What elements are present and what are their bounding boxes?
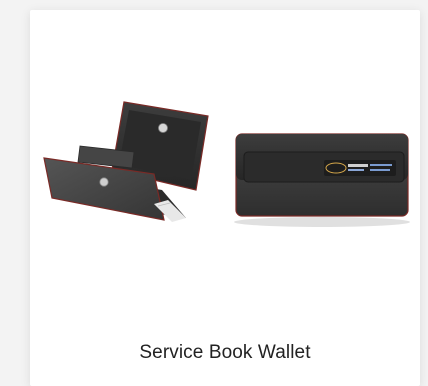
product-image[interactable] xyxy=(36,72,414,242)
product-title[interactable]: Service Book Wallet xyxy=(30,342,420,364)
closed-wallet-photo xyxy=(234,133,410,227)
page: Service Book Wallet xyxy=(0,0,428,386)
product-card[interactable]: Service Book Wallet xyxy=(30,10,420,386)
open-wallet-photo xyxy=(43,101,209,222)
